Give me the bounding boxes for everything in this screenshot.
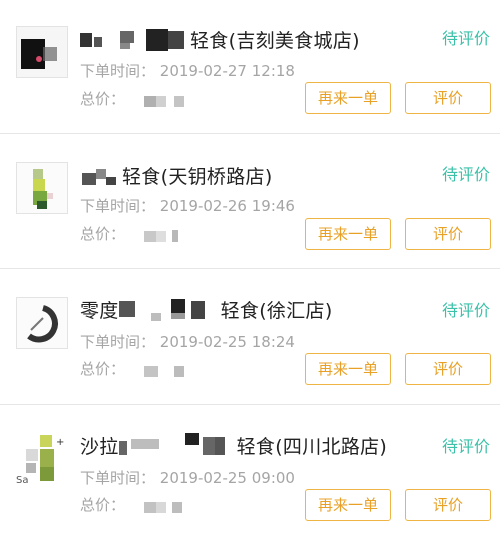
order-time: 下单时间： 2019-02-25 09:00 [80,467,295,488]
mosaic-blur [118,297,219,326]
reorder-button[interactable]: 再来一单 [305,218,391,250]
store-logo [16,26,68,78]
store-name: 零度 轻食(徐汇店) [80,296,333,326]
store-name-head: 零度 [80,300,119,322]
store-logo [16,162,68,214]
order-status: 待评价 [441,301,490,320]
review-button[interactable]: 评价 [405,218,491,250]
mosaic-blur [80,27,188,56]
order-time: 下单时间： 2019-02-27 12:18 [80,60,295,81]
reorder-button[interactable]: 再来一单 [305,489,391,521]
store-name-text: 轻食(吉刻美食城店) [190,30,360,52]
order-time-label: 下单时间： [80,333,156,351]
order-card[interactable]: 轻食(天钥桥路店) 待评价 下单时间： 2019-02-26 19:46 总价：… [0,134,500,268]
order-time-label: 下单时间： [80,469,156,487]
price-blur [130,495,190,517]
order-card[interactable]: 零度 轻食(徐汇店) 待评价 下单时间： 2019-02-25 18:24 总价… [0,269,500,403]
review-button[interactable]: 评价 [405,489,491,521]
order-time-value: 2019-02-26 19:46 [159,197,295,215]
review-button[interactable]: 评价 [405,82,491,114]
order-time-value: 2019-02-27 12:18 [159,62,295,80]
order-status: 待评价 [441,165,490,184]
order-total: 总价： [80,88,190,111]
store-name-text: 轻食(天钥桥路店) [122,166,273,188]
order-time: 下单时间： 2019-02-26 19:46 [80,195,295,216]
svg-text:Sa: Sa [16,475,28,485]
order-total: 总价： [80,223,190,246]
order-status: 待评价 [441,29,490,48]
store-name: 沙拉 轻食(四川北路店) [80,432,387,462]
order-total: 总价： [80,494,190,517]
mosaic-blur [118,433,235,462]
store-name-text: 轻食(徐汇店) [220,300,333,322]
svg-text:+: + [56,437,64,448]
store-logo [16,297,68,349]
order-total: 总价： [80,358,190,381]
store-name: 轻食(天钥桥路店) [80,162,273,192]
order-status: 待评价 [441,437,490,456]
order-time: 下单时间： 2019-02-25 18:24 [80,331,295,352]
order-time-value: 2019-02-25 09:00 [159,469,295,487]
store-name-head: 沙拉 [80,436,119,458]
order-time-label: 下单时间： [80,197,156,215]
review-button[interactable]: 评价 [405,353,491,385]
total-label: 总价： [80,360,126,378]
price-blur [130,359,190,381]
total-label: 总价： [80,225,126,243]
total-label: 总价： [80,90,126,108]
total-label: 总价： [80,496,126,514]
order-card[interactable]: + Sa 沙拉 轻食(四川北路店) 待评价 下单时间： 2019-02-25 0… [0,405,500,538]
order-list: 轻食(吉刻美食城店) 待评价 下单时间： 2019-02-27 12:18 总价… [0,0,500,538]
order-time-label: 下单时间： [80,62,156,80]
price-blur [130,89,190,111]
reorder-button[interactable]: 再来一单 [305,82,391,114]
mosaic-blur [80,163,120,192]
order-time-value: 2019-02-25 18:24 [159,333,295,351]
reorder-button[interactable]: 再来一单 [305,353,391,385]
store-logo: + Sa [16,433,68,485]
price-blur [130,224,190,246]
store-name-text: 轻食(四川北路店) [236,436,388,458]
store-name: 轻食(吉刻美食城店) [80,26,360,56]
order-card[interactable]: 轻食(吉刻美食城店) 待评价 下单时间： 2019-02-27 12:18 总价… [0,0,500,134]
